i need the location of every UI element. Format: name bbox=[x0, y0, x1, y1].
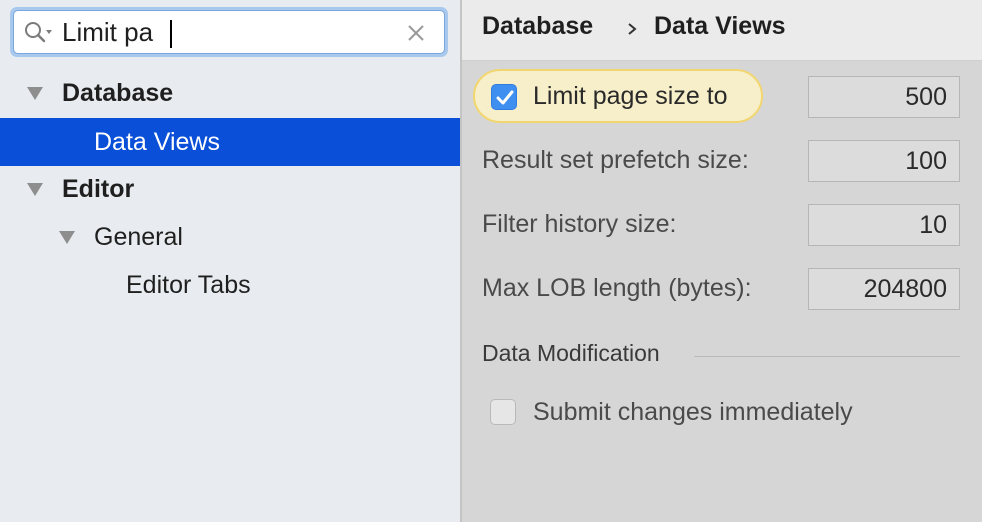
dropdown-caret-icon bbox=[46, 30, 52, 34]
tree-item-database[interactable]: Database bbox=[0, 69, 460, 117]
triangle-down-icon[interactable] bbox=[58, 229, 76, 245]
breadcrumb: Database Data Views bbox=[462, 0, 982, 61]
submit-immediately-label[interactable]: Submit changes immediately bbox=[533, 398, 853, 427]
settings-content: Database Data Views Limit page size to 5… bbox=[462, 0, 982, 522]
section-divider bbox=[694, 356, 960, 357]
filter-history-field[interactable]: 10 bbox=[808, 204, 960, 246]
search-focus-ring bbox=[10, 7, 448, 57]
tree-item-general[interactable]: General bbox=[0, 213, 460, 261]
filter-history-label: Filter history size: bbox=[482, 210, 677, 238]
tree-item-label: Editor bbox=[62, 175, 135, 203]
tree-item-label: Database bbox=[62, 79, 174, 107]
tree-item-editor[interactable]: Editor bbox=[0, 165, 460, 213]
search-box[interactable] bbox=[13, 10, 445, 54]
search-input[interactable] bbox=[62, 15, 402, 49]
breadcrumb-parent[interactable]: Database bbox=[482, 12, 593, 41]
prefetch-size-label: Result set prefetch size: bbox=[482, 146, 749, 174]
breadcrumb-current: Data Views bbox=[654, 12, 786, 40]
submit-immediately-checkbox[interactable] bbox=[490, 399, 516, 425]
chevron-right-icon bbox=[628, 23, 637, 35]
search-icon[interactable] bbox=[24, 21, 54, 45]
tree-item-label: General bbox=[94, 223, 183, 251]
tree-item-label: Editor Tabs bbox=[126, 271, 251, 299]
tree-item-editor-tabs[interactable]: Editor Tabs bbox=[0, 261, 460, 309]
triangle-down-icon[interactable] bbox=[26, 85, 44, 101]
text-caret bbox=[170, 20, 172, 48]
limit-page-size-field[interactable]: 500 bbox=[808, 76, 960, 118]
checkmark-icon bbox=[496, 90, 514, 105]
triangle-down-icon[interactable] bbox=[26, 181, 44, 197]
max-lob-field[interactable]: 204800 bbox=[808, 268, 960, 310]
limit-page-size-label[interactable]: Limit page size to bbox=[533, 82, 728, 111]
tree-item-data-views[interactable]: Data Views bbox=[0, 118, 460, 166]
max-lob-label: Max LOB length (bytes): bbox=[482, 274, 752, 302]
settings-sidebar: Database Data Views Editor General Edito… bbox=[0, 0, 460, 522]
prefetch-size-field[interactable]: 100 bbox=[808, 140, 960, 182]
tree-item-label: Data Views bbox=[94, 128, 220, 156]
section-title: Data Modification bbox=[482, 340, 660, 366]
limit-page-size-checkbox[interactable] bbox=[491, 84, 517, 110]
clear-icon[interactable] bbox=[406, 23, 426, 43]
